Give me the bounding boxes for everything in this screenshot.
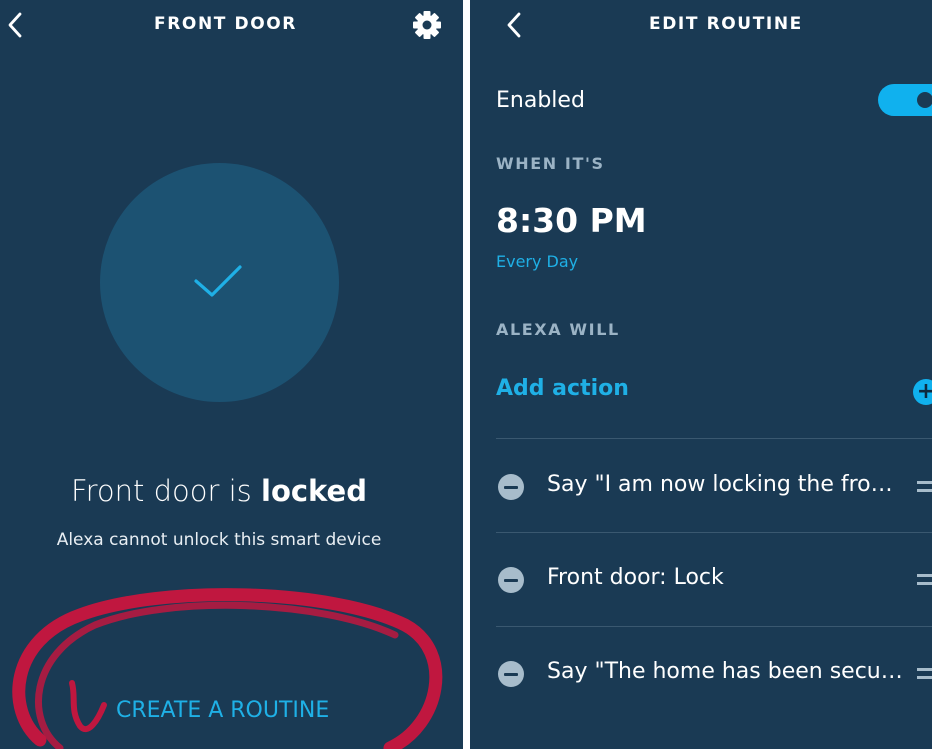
lock-state: locked xyxy=(261,474,367,508)
back-chevron-icon[interactable] xyxy=(4,10,26,40)
screen-divider xyxy=(463,0,470,749)
action-label: Say "I am now locking the fro… xyxy=(547,472,893,497)
drag-handle-icon[interactable] xyxy=(917,481,932,493)
remove-icon[interactable] xyxy=(498,567,524,593)
add-action-button[interactable]: Add action xyxy=(496,376,629,401)
edit-routine-screen: EDIT ROUTINE Enabled WHEN IT'S 8:30 PM E… xyxy=(470,0,932,749)
action-label: Front door: Lock xyxy=(547,565,724,590)
action-row[interactable]: Say "I am now locking the fro… xyxy=(470,439,932,532)
enabled-toggle[interactable] xyxy=(878,84,932,116)
front-door-screen: FRONT DOOR Front door is locked Alexa ca… xyxy=(0,0,463,749)
toggle-knob xyxy=(917,92,932,108)
trigger-frequency[interactable]: Every Day xyxy=(496,252,578,271)
remove-icon[interactable] xyxy=(498,661,524,687)
action-label: Say "The home has been secu… xyxy=(547,659,903,684)
lock-status-text: Front door is locked xyxy=(71,474,367,508)
trigger-time[interactable]: 8:30 PM xyxy=(496,201,647,240)
page-title: EDIT ROUTINE xyxy=(649,14,803,34)
create-routine-link[interactable]: CREATE A ROUTINE xyxy=(116,698,329,723)
drag-handle-icon[interactable] xyxy=(917,668,932,680)
page-title: FRONT DOOR xyxy=(154,14,298,34)
drag-handle-icon[interactable] xyxy=(917,574,932,586)
action-row[interactable]: Front door: Lock xyxy=(470,533,932,626)
back-chevron-icon[interactable] xyxy=(503,10,525,40)
gear-icon[interactable] xyxy=(410,8,444,42)
when-heading: WHEN IT'S xyxy=(496,154,605,173)
enabled-label: Enabled xyxy=(496,88,585,113)
alexa-will-heading: ALEXA WILL xyxy=(496,320,620,339)
remove-icon[interactable] xyxy=(498,474,524,500)
highlight-annotation xyxy=(12,588,443,749)
lock-status-circle[interactable] xyxy=(100,163,339,402)
lock-subtext: Alexa cannot unlock this smart device xyxy=(56,530,382,550)
action-row[interactable]: Say "The home has been secu… xyxy=(470,627,932,720)
plus-icon[interactable]: + xyxy=(913,379,932,405)
checkmark-icon xyxy=(194,265,242,297)
